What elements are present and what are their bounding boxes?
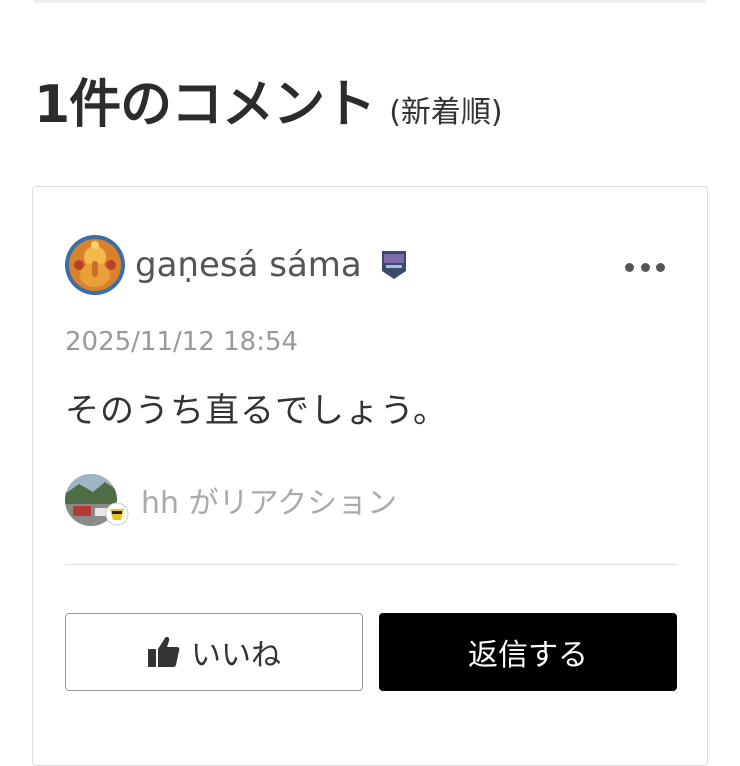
member-badge-icon <box>380 249 408 281</box>
author-avatar[interactable] <box>65 235 125 295</box>
author-name[interactable]: gaṇesá sáma <box>135 245 362 285</box>
more-dot <box>656 262 665 272</box>
reaction-stamp-icon <box>105 502 129 526</box>
reply-button[interactable]: 返信する <box>379 613 677 691</box>
more-dots-icon <box>625 262 634 272</box>
reaction-row[interactable]: hh がリアクション <box>65 473 397 527</box>
comments-heading: 1件のコメント (新着順) <box>34 62 503 137</box>
reaction-text: hh がリアクション <box>141 486 398 521</box>
card-divider <box>65 564 677 565</box>
comment-body: そのうち直るでしょう。 <box>65 391 448 431</box>
more-options-button[interactable] <box>625 255 665 279</box>
comment-card: gaṇesá sáma 2025/11/12 18:54 そのうち直るでしょう。 <box>32 186 708 766</box>
reactor-avatar <box>65 474 129 526</box>
thumbs-up-icon <box>148 637 180 667</box>
more-dot <box>640 262 650 272</box>
reply-label: 返信する <box>468 638 588 673</box>
comment-timestamp: 2025/11/12 18:54 <box>65 327 299 357</box>
like-label: いいね <box>191 638 281 673</box>
top-divider <box>34 0 706 3</box>
comment-author-row: gaṇesá sáma <box>65 235 665 295</box>
sort-order-label: (新着順) <box>389 95 503 130</box>
comments-title: 1件のコメント <box>34 75 376 135</box>
like-button[interactable]: いいね <box>65 613 363 691</box>
